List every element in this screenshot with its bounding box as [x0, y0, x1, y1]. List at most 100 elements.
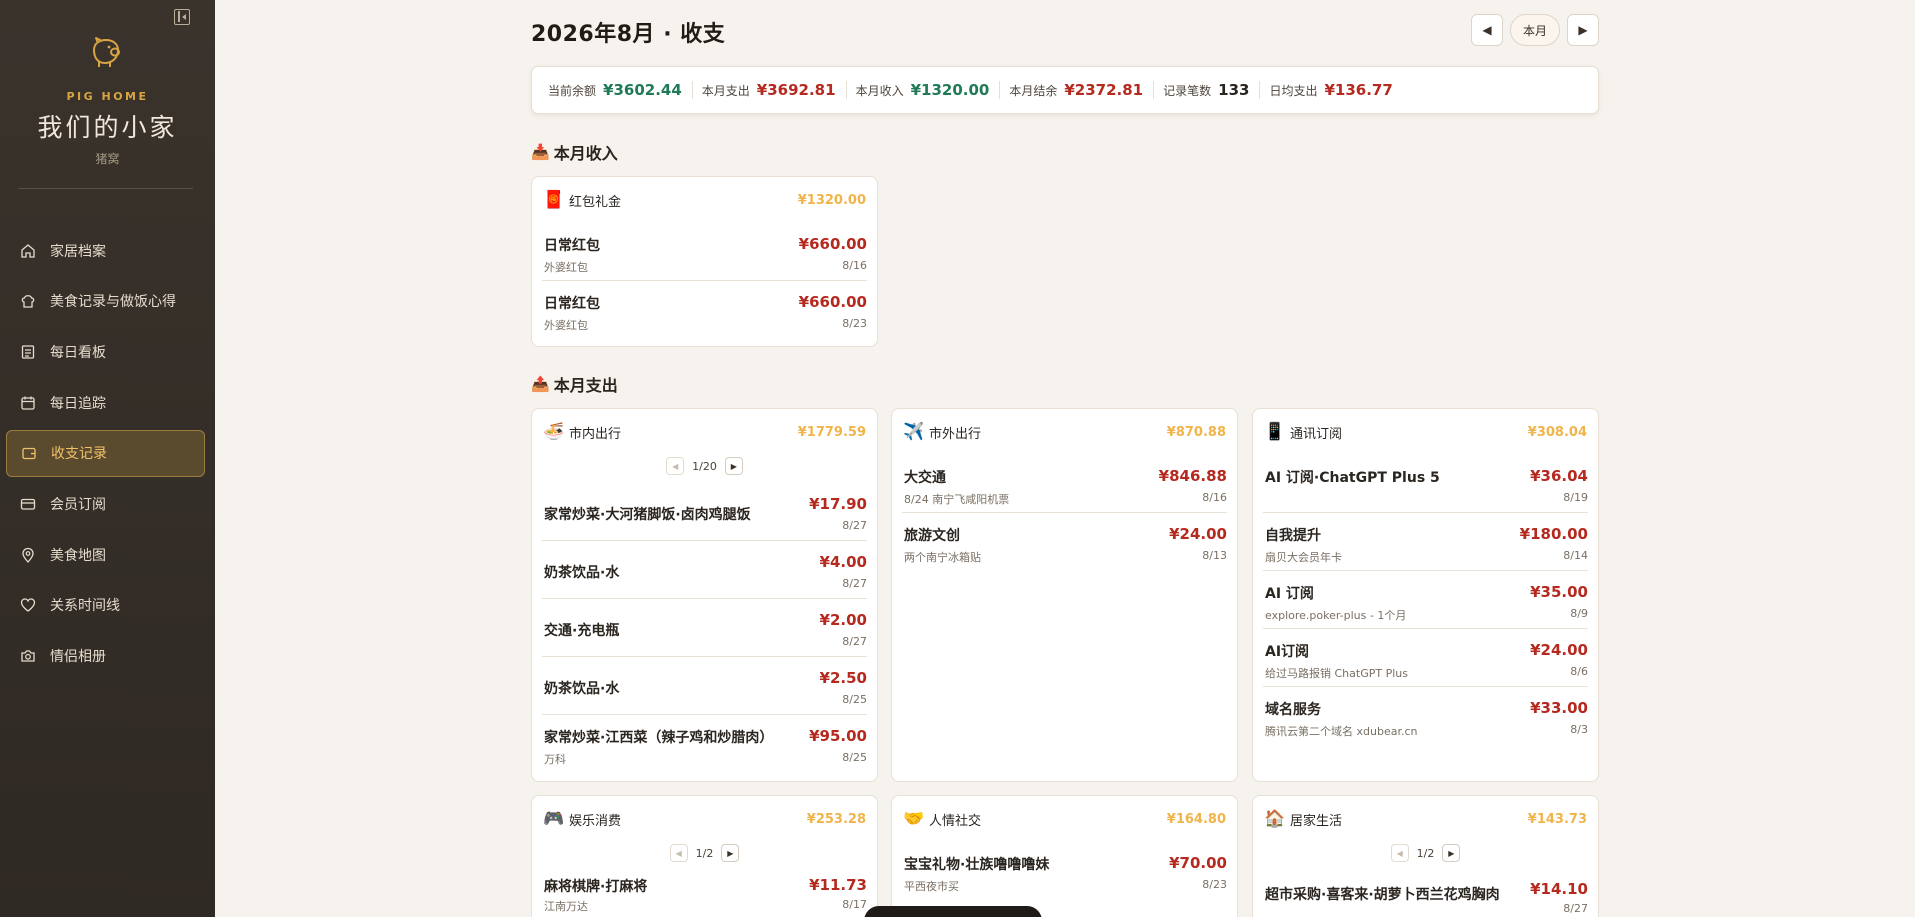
list-item[interactable]: AI订阅 给过马路报销 ChatGPT Plus ¥24.00 8/6	[1263, 629, 1588, 687]
sidebar-item-label: 每日看板	[50, 344, 106, 361]
stat-label: 当前余额	[548, 84, 597, 98]
entry-name: AI 订阅	[1265, 586, 1314, 602]
list-item[interactable]: 超市采购·喜客来·胡萝卜西兰花鸡胸肉 ¥14.10 8/27	[1263, 870, 1588, 917]
sidebar-item-food-notes[interactable]: 美食记录与做饭心得	[6, 278, 205, 325]
entry-amount: ¥2.00	[819, 611, 867, 629]
sidebar-item-finance[interactable]: 收支记录	[6, 429, 205, 477]
list-item[interactable]: 家常炒菜·江西菜（辣子鸡和炒腊肉） 万科 ¥95.00 8/25	[542, 715, 867, 773]
stat-value: 133	[1218, 81, 1250, 99]
airplane-icon: ✈️	[903, 422, 925, 442]
card-total: ¥143.73	[1527, 811, 1587, 827]
prev-page-button[interactable]: ◀	[1390, 844, 1409, 862]
stat-label: 本月收入	[855, 84, 904, 98]
list-item[interactable]: 宝宝礼物·壮族噜噜噜妹 平西夜市买 ¥70.00 8/23	[902, 842, 1227, 900]
entry-amount: ¥24.00	[1169, 525, 1227, 543]
list-item[interactable]: 交通·充电瓶 ¥2.00 8/27	[542, 599, 867, 657]
card-title: 市内出行	[569, 426, 622, 442]
pagination: ◀ 1/2 ▶	[1253, 842, 1598, 864]
entry-date: 8/25	[842, 751, 867, 764]
entry-amount: ¥36.04	[1530, 467, 1588, 485]
entry-amount: ¥33.00	[1530, 699, 1588, 717]
sidebar-item-daily-board[interactable]: 每日看板	[6, 328, 205, 375]
list-item[interactable]: 奶茶饮品·水 ¥4.00 8/27	[542, 541, 867, 599]
list-item[interactable]: 旅游文创 两个南宁冰箱贴 ¥24.00 8/13	[902, 513, 1227, 571]
list-item[interactable]: 家常炒菜·大河猪脚饭·卤肉鸡腿饭 ¥17.90 8/27	[542, 483, 867, 541]
entry-name: 超市采购·喜客来·胡萝卜西兰花鸡胸肉	[1265, 887, 1500, 903]
entry-date: 8/23	[842, 317, 867, 330]
section-title-label: 本月支出	[553, 376, 618, 395]
card-icon	[20, 496, 36, 512]
card-total: ¥1779.59	[797, 424, 866, 440]
sidebar: PIG HOME 我们的小家 猪窝 家居档案 美食记录与做饭心得 每日看板 每日…	[0, 0, 215, 917]
prev-page-button[interactable]: ◀	[666, 457, 685, 475]
page-indicator: 1/2	[695, 846, 714, 860]
stat-label: 本月结余	[1009, 84, 1058, 98]
entry-date: 8/6	[1570, 665, 1588, 678]
stat-value: ¥3602.44	[603, 81, 682, 99]
list-item[interactable]: 奶茶饮品·水 ¥2.50 8/25	[542, 657, 867, 715]
entry-name: AI 订阅·ChatGPT Plus 5	[1265, 470, 1440, 486]
card-total: ¥1320.00	[797, 192, 866, 208]
entry-name: 日常红包	[544, 238, 600, 254]
sidebar-item-timeline[interactable]: 关系时间线	[6, 582, 205, 629]
income-section-title: 📥 本月收入	[531, 140, 618, 164]
entry-date: 8/16	[1202, 491, 1227, 504]
pagination: ◀ 1/20 ▶	[532, 455, 877, 477]
list-item[interactable]: 日常红包 外婆红包 ¥660.00 8/23	[542, 281, 867, 339]
prev-month-button[interactable]: ◀	[1470, 14, 1503, 46]
card-header: 📱 通讯订阅 ¥308.04	[1253, 409, 1598, 455]
entry-date: 8/27	[842, 519, 867, 532]
entry-date: 8/3	[1570, 723, 1588, 736]
entry-note: 外婆红包	[544, 261, 588, 274]
stat-month-net: 本月结余 ¥2372.81	[1009, 81, 1155, 99]
sidebar-item-subscriptions[interactable]: 会员订阅	[6, 480, 205, 527]
list-item[interactable]: 自我提升 扇贝大会员年卡 ¥180.00 8/14	[1263, 513, 1588, 571]
entry-date: 8/14	[1563, 549, 1588, 562]
card-header: 🏠 居家生活 ¥143.73	[1253, 796, 1598, 842]
stat-month-income: 本月收入 ¥1320.00	[856, 81, 1001, 99]
next-page-button[interactable]: ▶	[1442, 844, 1461, 862]
board-icon	[20, 344, 36, 360]
category-card-home-living: 🏠 居家生活 ¥143.73 ◀ 1/2 ▶ 超市采购·喜客来·胡萝卜西兰花鸡胸…	[1252, 795, 1599, 917]
entry-name: 奶茶饮品·水	[544, 681, 620, 697]
sidebar-item-label: 收支记录	[51, 446, 107, 463]
entry-amount: ¥95.00	[809, 727, 867, 745]
sidebar-item-home-archive[interactable]: 家居档案	[6, 227, 205, 274]
entry-name: 域名服务	[1265, 702, 1321, 718]
list-item[interactable]: AI 订阅·ChatGPT Plus 5 ¥36.04 8/19	[1263, 455, 1588, 513]
expense-section-title: 📤 本月支出	[531, 372, 618, 396]
category-card-red-packet: 🧧 红包礼金 ¥1320.00 日常红包 外婆红包 ¥660.00 8/16 日…	[531, 176, 878, 347]
entry-note: 江南万达	[544, 900, 588, 913]
list-item[interactable]: AI 订阅 explore.poker-plus - 1个月 ¥35.00 8/…	[1263, 571, 1588, 629]
section-title-label: 本月收入	[553, 144, 618, 163]
current-month-button[interactable]: 本月	[1509, 14, 1560, 46]
brand-subtitle: 猪窝	[95, 152, 120, 166]
card-title: 娱乐消费	[569, 813, 622, 829]
sidebar-item-album[interactable]: 情侣相册	[6, 633, 205, 680]
entry-name: 宝宝礼物·壮族噜噜噜妹	[904, 857, 1050, 873]
list-item[interactable]: 域名服务 腾讯云第二个域名 xdubear.cn ¥33.00 8/3	[1263, 687, 1588, 745]
sidebar-item-daily-tracker[interactable]: 每日追踪	[6, 379, 205, 426]
handshake-icon: 🤝	[903, 809, 925, 829]
list-item[interactable]: 麻将棋牌·打麻将 江南万达 ¥11.73 8/17	[542, 870, 867, 917]
heart-icon	[20, 597, 36, 613]
list-item[interactable]: 日常红包 外婆红包 ¥660.00 8/16	[542, 223, 867, 281]
stat-balance: 当前余额 ¥3602.44	[548, 81, 693, 99]
sidebar-item-label: 美食记录与做饭心得	[50, 294, 176, 311]
list-item[interactable]: 大交通 8/24 南宁飞咸阳机票 ¥846.88 8/16	[902, 455, 1227, 513]
sidebar-item-food-map[interactable]: 美食地图	[6, 531, 205, 578]
outbox-tray-icon: 📤	[531, 375, 550, 393]
entry-amount: ¥11.73	[809, 876, 867, 894]
next-page-button[interactable]: ▶	[721, 844, 740, 862]
category-card-social: 🤝 人情社交 ¥164.80 宝宝礼物·壮族噜噜噜妹 平西夜市买 ¥70.00 …	[891, 795, 1238, 917]
card-total: ¥164.80	[1166, 811, 1226, 827]
entry-date: 8/13	[1202, 549, 1227, 562]
entry-date: 8/27	[1563, 902, 1588, 915]
camera-icon	[20, 648, 36, 664]
next-month-button[interactable]: ▶	[1567, 14, 1599, 46]
next-page-button[interactable]: ▶	[724, 457, 743, 475]
collapse-sidebar-icon[interactable]	[174, 9, 190, 25]
prev-page-button[interactable]: ◀	[669, 844, 688, 862]
card-total: ¥870.88	[1166, 424, 1226, 440]
card-title: 市外出行	[929, 426, 982, 442]
